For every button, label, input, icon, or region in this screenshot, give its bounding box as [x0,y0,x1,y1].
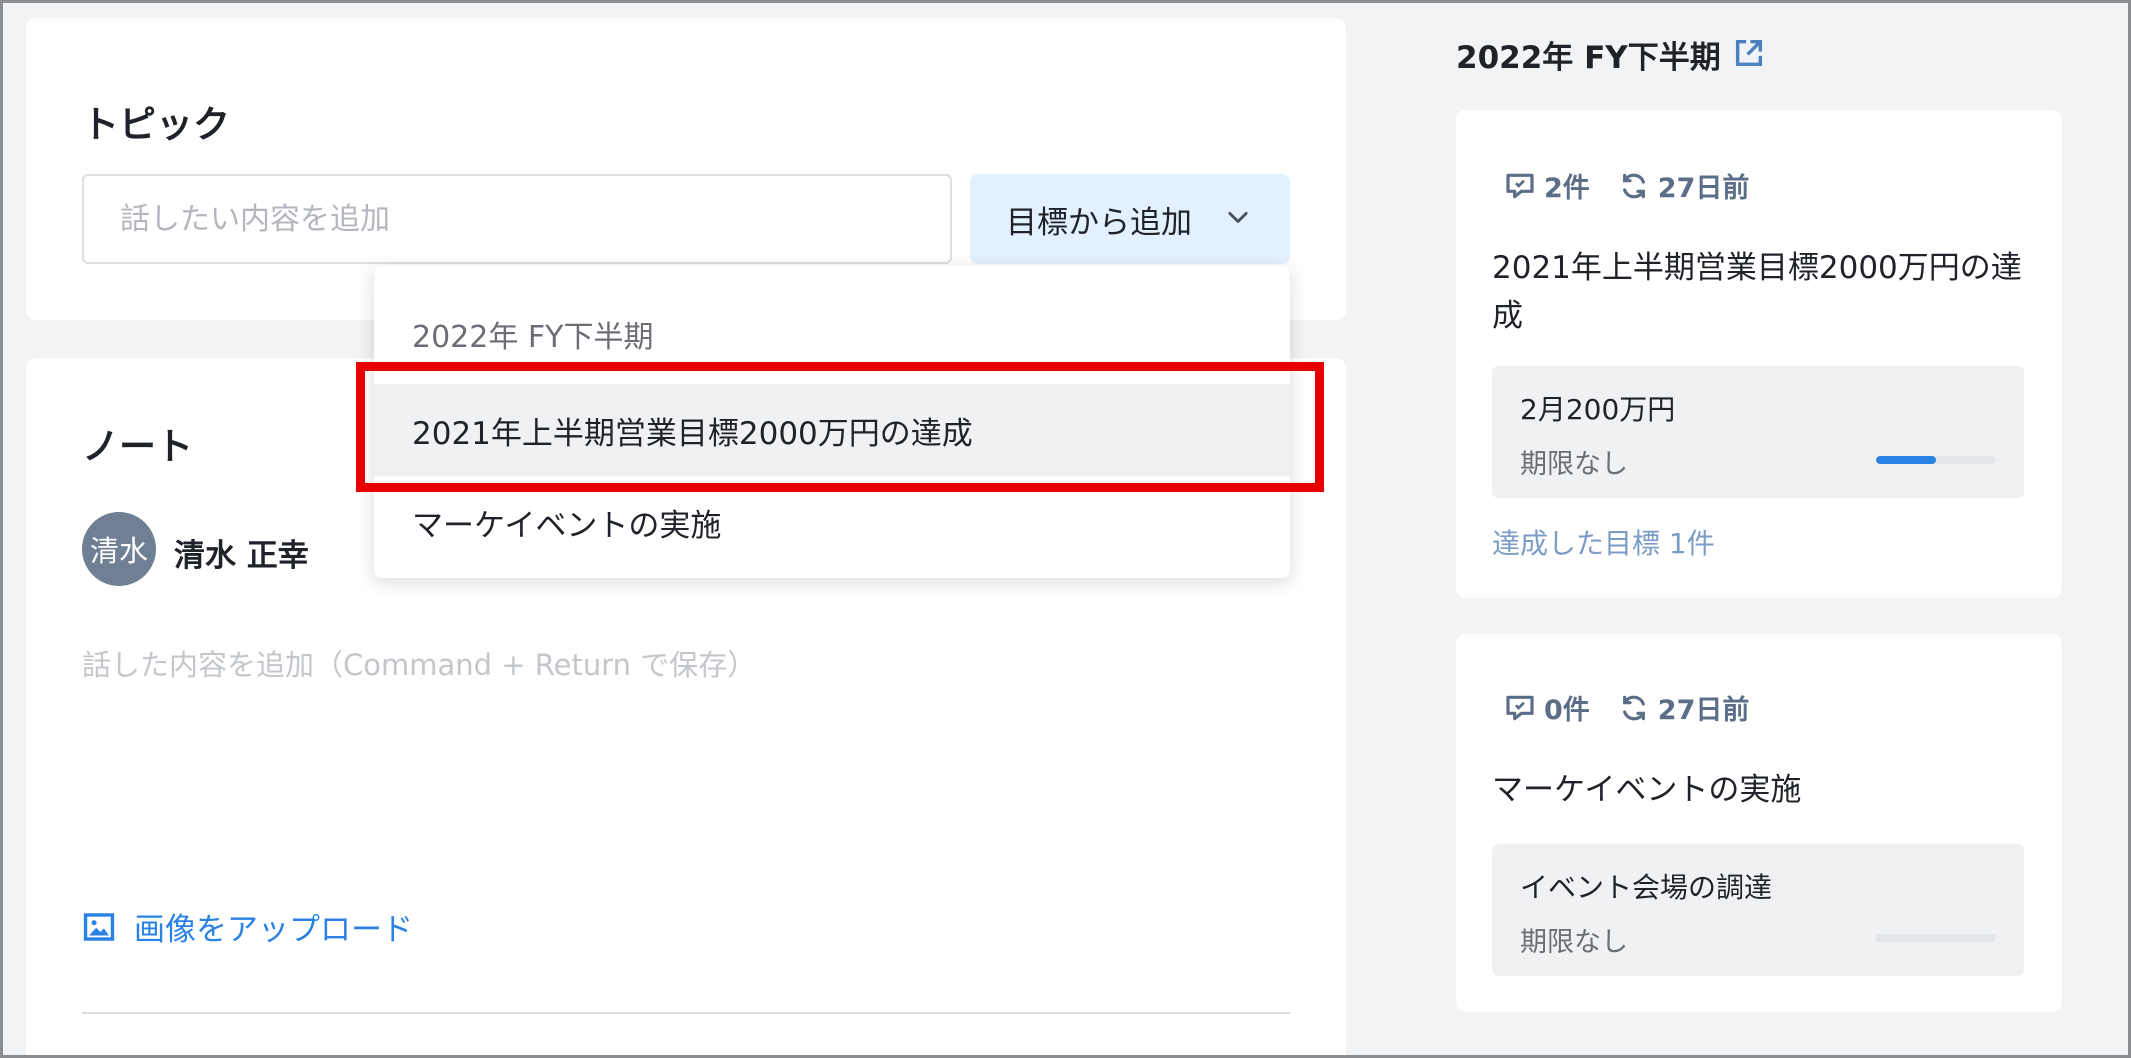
author-name: 清水 正幸 [174,538,309,574]
key-result-progress [1876,456,1996,464]
goal-title: 2021年上半期営業目標2000万円の達成 [1492,250,2022,334]
key-result-title: イベント会場の調達 [1520,871,1773,904]
external-link-icon[interactable] [1732,36,1766,70]
goal-meta: 2件 27日前 [1504,166,1749,205]
image-icon [83,912,115,941]
comment-count: 0件 [1544,695,1590,726]
key-result[interactable]: イベント会場の調達 期限なし [1492,844,2024,976]
refresh-icon [1622,173,1645,198]
comment-count: 2件 [1544,173,1590,204]
goal-card[interactable]: 2件 27日前 2021年上半期営業目標2000万円の達成 2月200万円 期限… [1456,110,2062,598]
upload-image-label: 画像をアップロード [134,912,413,948]
dropdown-item-sales-goal[interactable]: 2021年上半期営業目標2000万円の達成 [374,384,1290,476]
progress-fill [1876,456,1936,464]
note-input[interactable]: 話した内容を追加（Command + Return で保存） [82,642,756,684]
key-result-title: 2月200万円 [1520,393,1676,426]
add-from-goal-label: 目標から追加 [1006,204,1192,241]
dropdown-group-label: 2022年 FY下半期 [412,320,654,355]
goal-meta: 0件 27日前 [1504,688,1749,727]
goal-dropdown: 2022年 FY下半期 2021年上半期営業目標2000万円の達成 マーケイベン… [374,266,1290,578]
refresh-icon [1622,695,1645,720]
chevron-down-icon [1228,211,1248,223]
comment-icon [1506,173,1534,198]
updated-time: 27日前 [1657,173,1750,204]
key-result-progress [1876,934,1996,942]
avatar: 清水 [82,512,156,586]
goal-title: マーケイベントの実施 [1492,772,1802,808]
key-result[interactable]: 2月200万円 期限なし [1492,366,2024,498]
dropdown-item-label: マーケイベントの実施 [412,507,722,544]
note-title: ノート [82,425,193,468]
goal-card[interactable]: 0件 27日前 マーケイベントの実施 イベント会場の調達 期限なし [1456,634,2062,1012]
updated-time: 27日前 [1657,695,1750,726]
topic-input[interactable] [82,174,952,264]
key-result-deadline: 期限なし [1520,927,1628,958]
comment-icon [1506,695,1534,720]
divider [82,1012,1290,1014]
achieved-goals-link[interactable]: 達成した目標 1件 [1492,522,1715,562]
topic-title: トピック [82,103,230,146]
period-title: 2022年 FY下半期 [1456,40,1721,76]
dropdown-item-label: 2021年上半期営業目標2000万円の達成 [412,415,973,452]
add-from-goal-button[interactable]: 目標から追加 [970,174,1290,264]
dropdown-item-marketing-event[interactable]: マーケイベントの実施 [374,476,1290,568]
upload-image-button[interactable]: 画像をアップロード [82,904,413,949]
key-result-deadline: 期限なし [1520,449,1628,480]
